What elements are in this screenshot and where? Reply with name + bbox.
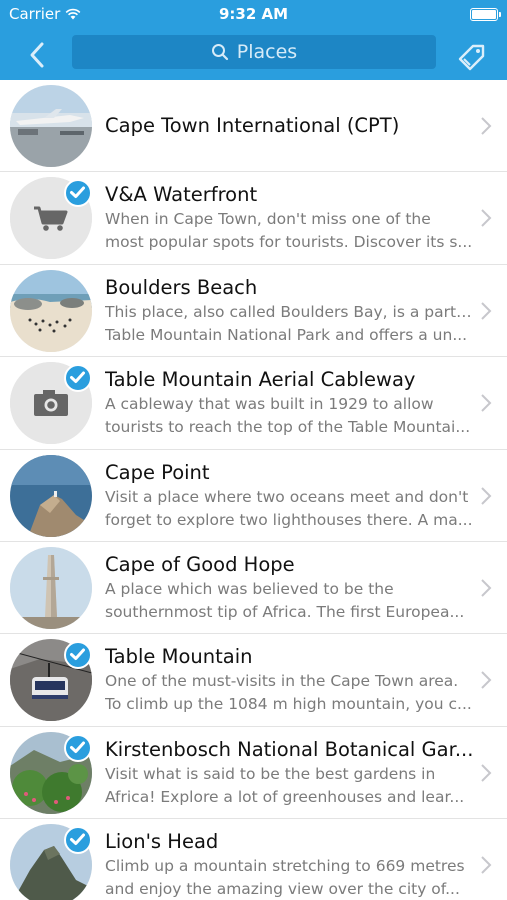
back-button[interactable]	[22, 38, 56, 72]
cliff-photo-icon	[10, 454, 92, 537]
monument-photo-icon	[10, 546, 92, 629]
chevron-right-icon	[481, 302, 492, 320]
chevron-right-icon	[481, 579, 492, 597]
place-description-line: Africa! Explore a lot of greenhouses and…	[105, 787, 465, 806]
list-item[interactable]: Cape Town International (CPT)	[0, 80, 507, 173]
visited-badge	[64, 733, 92, 762]
chevron-right-icon	[481, 764, 492, 782]
visited-badge	[64, 179, 92, 208]
visited-badge	[64, 641, 92, 670]
list-item-text: Cape Point Visit a place where two ocean…	[105, 460, 475, 532]
list-item[interactable]: Table Mountain Aerial Cableway A cablewa…	[0, 357, 507, 450]
airport-photo-icon	[10, 85, 92, 167]
list-item[interactable]: Lion's Head Climb up a mountain stretchi…	[0, 819, 507, 900]
list-item-text: Boulders Beach This place, also called B…	[105, 275, 475, 347]
good-hope-thumbnail	[10, 546, 92, 629]
list-item-text: Kirstenbosch National Botanical Gar... V…	[105, 737, 475, 809]
place-title: Lion's Head	[105, 830, 219, 854]
place-title: Cape of Good Hope	[105, 552, 295, 576]
place-title: Table Mountain	[105, 645, 253, 669]
place-description-line: Table Mountain National Park and offers …	[105, 325, 468, 344]
place-description-line: Visit a place where two oceans meet and …	[105, 487, 469, 506]
beach-thumbnail	[10, 269, 92, 352]
place-description-line: forget to explore two lighthouses there.…	[105, 510, 473, 529]
place-title: Cape Point	[105, 460, 210, 484]
place-description-line: southernmost tip of Africa. The first Eu…	[105, 602, 465, 621]
list-item-text: V&A Waterfront When in Cape Town, don't …	[105, 182, 475, 254]
checkmark-icon	[70, 833, 85, 846]
list-item-text: Lion's Head Climb up a mountain stretchi…	[105, 829, 475, 900]
list-item-text: Table Mountain Aerial Cableway A cablewa…	[105, 367, 475, 439]
visited-badge	[64, 826, 92, 855]
place-description-line: and enjoy the amazing view over the city…	[105, 880, 460, 899]
place-description-line: To climb up the 1084 m high mountain, yo…	[105, 695, 472, 714]
list-item[interactable]: Cape of Good Hope A place which was beli…	[0, 542, 507, 635]
chevron-right-icon	[481, 486, 492, 505]
checkmark-icon	[70, 648, 85, 661]
search-icon	[211, 44, 228, 61]
cape-point-thumbnail	[10, 454, 92, 537]
place-description-line: One of the must-visits in the Cape Town …	[105, 672, 459, 691]
chevron-right-icon	[481, 671, 492, 690]
place-description-line: Visit what is said to be the best garden…	[105, 764, 436, 783]
list-item[interactable]: Kirstenbosch National Botanical Gar... V…	[0, 727, 507, 820]
beach-photo-icon	[10, 269, 92, 352]
list-item-text: Cape Town International (CPT)	[105, 113, 475, 139]
place-description-line: A cableway that was built in 1929 to all…	[105, 395, 434, 414]
place-title: Boulders Beach	[105, 275, 258, 299]
list-item[interactable]: Boulders Beach This place, also called B…	[0, 265, 507, 358]
tags-button[interactable]	[455, 38, 489, 72]
checkmark-icon	[70, 371, 85, 384]
clock: 9:32 AM	[218, 5, 289, 23]
checkmark-icon	[70, 186, 85, 199]
place-title: Table Mountain Aerial Cableway	[105, 368, 416, 392]
tag-icon	[458, 44, 485, 71]
place-title: V&A Waterfront	[105, 183, 258, 207]
place-title: Cape Town International (CPT)	[105, 114, 400, 137]
search-placeholder: Places	[236, 41, 298, 63]
chevron-right-icon	[481, 209, 492, 228]
place-description-line: most popular spots for tourists. Discove…	[105, 233, 473, 252]
place-description-line: A place which was believed to be the	[105, 579, 394, 598]
place-description-line: When in Cape Town, don't miss one of the	[105, 210, 431, 229]
navigation-bar: Places	[0, 30, 507, 80]
list-item-text: Table Mountain One of the must-visits in…	[105, 644, 475, 716]
checkmark-icon	[70, 741, 85, 753]
chevron-left-icon	[30, 42, 44, 68]
chevron-right-icon	[481, 394, 492, 412]
list-item[interactable]: Cape Point Visit a place where two ocean…	[0, 450, 507, 542]
status-bar: Carrier 9:32 AM	[0, 0, 507, 30]
list-item[interactable]: V&A Waterfront When in Cape Town, don't …	[0, 172, 507, 265]
place-description-line: This place, also called Boulders Bay, is…	[105, 302, 475, 321]
top-bar: Carrier 9:32 AM Places	[0, 0, 507, 80]
airport-thumbnail	[10, 85, 92, 167]
search-field[interactable]: Places	[72, 35, 436, 69]
list-item-text: Cape of Good Hope A place which was beli…	[105, 552, 475, 624]
places-list: Cape Town International (CPT) V&A Waterf…	[0, 80, 507, 900]
list-item[interactable]: Table Mountain One of the must-visits in…	[0, 634, 507, 727]
place-title: Kirstenbosch National Botanical Gar...	[105, 737, 474, 761]
chevron-right-icon	[481, 856, 492, 874]
place-description-line: Climb up a mountain stretching to 669 me…	[105, 857, 465, 876]
battery-icon	[470, 8, 501, 21]
chevron-right-icon	[481, 117, 492, 135]
visited-badge	[64, 364, 92, 393]
place-description-line: tourists to reach the top of the Table M…	[105, 418, 471, 437]
